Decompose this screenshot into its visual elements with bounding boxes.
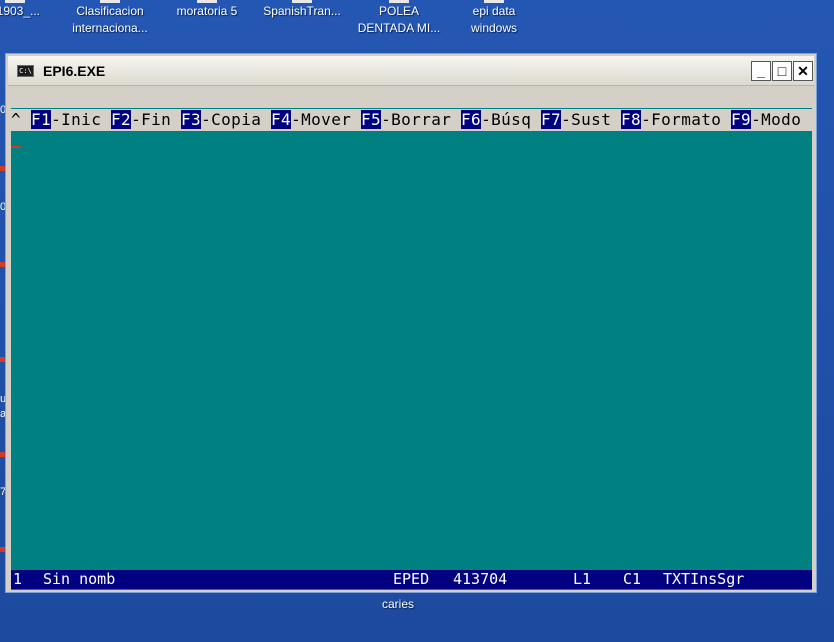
desktop-icon-label: Clasificacion bbox=[76, 4, 144, 18]
fkey-key: F9 bbox=[731, 110, 752, 129]
desktop-icon-caries[interactable]: caries bbox=[348, 596, 448, 613]
fkey-f9-modo[interactable]: F9-Modo bbox=[731, 109, 801, 131]
fkey-label: -Modo bbox=[751, 110, 802, 129]
text-edit-area[interactable] bbox=[11, 132, 812, 562]
fkey-f5-borrar[interactable]: F5-Borrar bbox=[361, 109, 451, 131]
window-title: EPI6.EXE bbox=[43, 63, 106, 79]
desktop-icon-label-line2: windows bbox=[470, 21, 518, 35]
desktop-icon-label: SpanishTran... bbox=[263, 4, 341, 18]
fkey-label: -Búsq bbox=[481, 110, 532, 129]
fkey-label: -Mover bbox=[291, 110, 352, 129]
close-button[interactable]: ✕ bbox=[793, 61, 813, 81]
fkey-label: -Copia bbox=[201, 110, 262, 129]
fkey-key: F2 bbox=[111, 110, 132, 129]
fkey-key: F8 bbox=[621, 110, 642, 129]
fkey-label: -Inic bbox=[51, 110, 102, 129]
title-bar[interactable]: C:\ EPI6.EXE _ □ ✕ bbox=[8, 56, 814, 86]
maximize-button[interactable]: □ bbox=[772, 61, 792, 81]
file-icon bbox=[292, 0, 312, 3]
desktop-icon-moratoria[interactable]: moratoria 5 bbox=[157, 0, 257, 20]
fkey-f7-sust[interactable]: F7-Sust bbox=[541, 109, 611, 131]
status-bar: 1 Sin nomb EPED 413704 L1 C1 TXTInsSgr bbox=[11, 570, 812, 589]
fkey-f8-formato[interactable]: F8-Formato bbox=[621, 109, 721, 131]
status-modes: TXTInsSgr bbox=[663, 570, 745, 588]
desktop-icon-label: 01903_... bbox=[0, 4, 41, 18]
status-line-number: 1 bbox=[13, 570, 23, 588]
console-area: ^ F1-Inic F2-Fin F3-Copia F4-Mover F5-Bo… bbox=[11, 108, 812, 590]
fkey-f6-busq[interactable]: F6-Búsq bbox=[461, 109, 531, 131]
menu-caret: ^ bbox=[11, 110, 22, 129]
status-program: EPED bbox=[393, 570, 430, 588]
status-filename: Sin nomb bbox=[43, 570, 116, 588]
desktop-icon-epidata[interactable]: epi data windows bbox=[444, 0, 544, 37]
fkey-key: F6 bbox=[461, 110, 482, 129]
desktop-icon-label: POLEA bbox=[378, 4, 420, 18]
fkey-label: -Fin bbox=[131, 110, 172, 129]
desktop-icon-polea[interactable]: POLEA DENTADA MI... bbox=[349, 0, 449, 37]
fkey-f4-mover[interactable]: F4-Mover bbox=[271, 109, 351, 131]
status-column: C1 bbox=[623, 570, 642, 588]
fkey-key: F7 bbox=[541, 110, 562, 129]
fkey-key: F5 bbox=[361, 110, 382, 129]
fkey-f1-inic[interactable]: F1-Inic bbox=[31, 109, 101, 131]
function-key-bar: ^ F1-Inic F2-Fin F3-Copia F4-Mover F5-Bo… bbox=[11, 109, 812, 131]
file-icon bbox=[389, 0, 409, 3]
status-memory: 413704 bbox=[453, 570, 508, 588]
desktop-icon-clasificacion[interactable]: Clasificacion internaciona... bbox=[60, 0, 160, 37]
fkey-label: -Borrar bbox=[381, 110, 452, 129]
desktop-icon-01903[interactable]: 01903_... bbox=[0, 0, 60, 20]
fkey-f3-copia[interactable]: F3-Copia bbox=[181, 109, 261, 131]
fkey-key: F4 bbox=[271, 110, 292, 129]
file-icon bbox=[484, 0, 504, 3]
fkey-f2-fin[interactable]: F2-Fin bbox=[111, 109, 171, 131]
file-icon bbox=[5, 0, 25, 3]
status-line: L1 bbox=[573, 570, 592, 588]
console-icon[interactable]: C:\ bbox=[17, 65, 34, 77]
desktop-icon-spanishtran[interactable]: SpanishTran... bbox=[252, 0, 352, 20]
file-icon bbox=[197, 0, 217, 3]
fkey-key: F1 bbox=[31, 110, 52, 129]
desktop-icon-label: moratoria 5 bbox=[176, 4, 238, 18]
file-icon bbox=[100, 0, 120, 3]
minimize-button[interactable]: _ bbox=[751, 61, 771, 81]
console-window: C:\ EPI6.EXE _ □ ✕ ^ F1-Inic F2-Fin F3-C… bbox=[5, 53, 817, 593]
fkey-label: -Sust bbox=[561, 110, 612, 129]
fkey-key: F3 bbox=[181, 110, 202, 129]
desktop-icon-label-line2: DENTADA MI... bbox=[357, 21, 441, 35]
text-cursor bbox=[11, 146, 21, 148]
desktop-icon-label: caries bbox=[381, 597, 414, 611]
fkey-label: -Formato bbox=[641, 110, 722, 129]
desktop-icon-label-line2: internaciona... bbox=[72, 21, 148, 35]
desktop-icon-label: epi data bbox=[472, 4, 516, 18]
